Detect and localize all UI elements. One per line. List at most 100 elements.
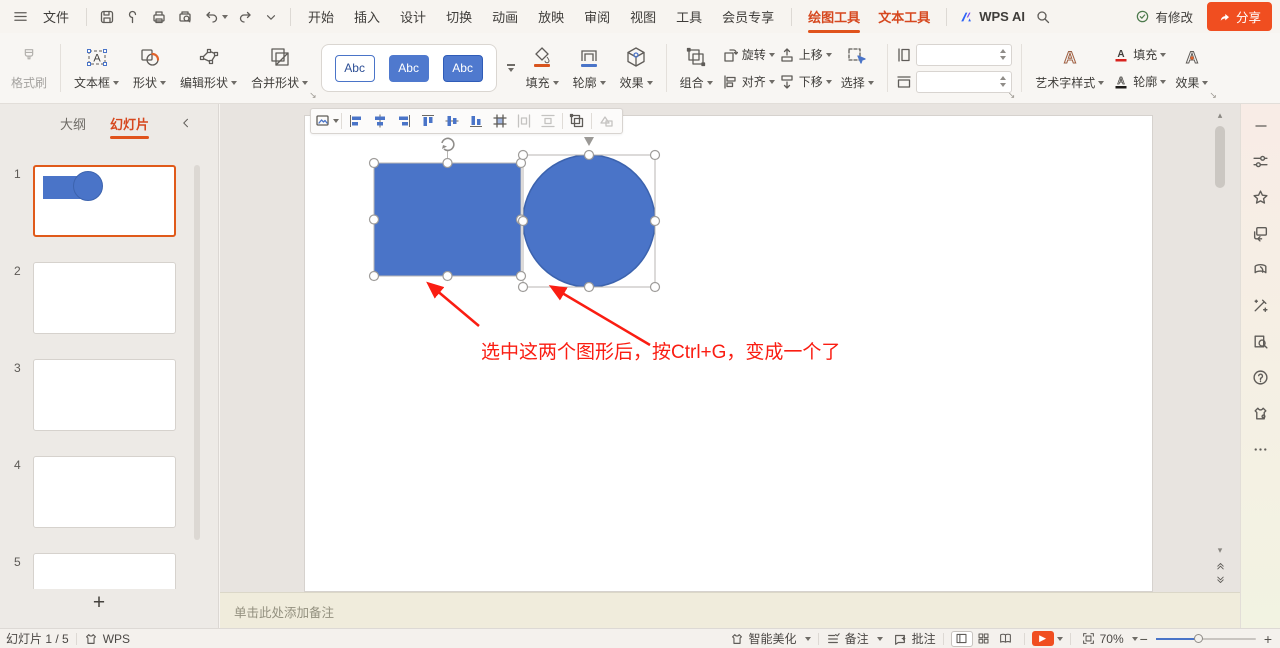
shape-width-input[interactable]: [921, 73, 993, 91]
fit-slide-button[interactable]: [1078, 631, 1100, 647]
scroll-up-icon[interactable]: ▴: [1212, 110, 1228, 121]
gallery-expand-icon[interactable]: [507, 64, 515, 72]
search-document-icon[interactable]: [1252, 333, 1269, 350]
shape-effect-button[interactable]: 效果: [613, 37, 660, 99]
menu-view[interactable]: 视图: [620, 2, 666, 31]
favorites-star-icon[interactable]: [1252, 189, 1269, 206]
file-menu[interactable]: 文件: [33, 2, 79, 31]
properties-sliders-icon[interactable]: [1252, 153, 1269, 170]
shape-outline-button[interactable]: 轮廓: [566, 37, 613, 99]
shape-style-swatch-2[interactable]: Abc: [389, 55, 429, 82]
scrollbar-thumb[interactable]: [1215, 126, 1225, 188]
notes-pane[interactable]: 单击此处添加备注: [220, 592, 1240, 628]
width-stepper[interactable]: [1000, 76, 1006, 87]
align-center-button[interactable]: [368, 110, 392, 132]
share-button[interactable]: 分享: [1207, 2, 1272, 31]
resume-assistant-icon[interactable]: [1252, 261, 1269, 278]
menu-tools[interactable]: 工具: [666, 2, 712, 31]
notes-button[interactable]: 备注: [826, 630, 883, 647]
toolbar-expand-chevron-icon[interactable]: [259, 6, 283, 28]
play-dropdown-icon[interactable]: [1057, 637, 1063, 641]
slide-thumbnail-1[interactable]: [33, 165, 176, 237]
tab-outline[interactable]: 大纲: [52, 108, 94, 139]
align-right-button[interactable]: [392, 110, 416, 132]
shape-height-input[interactable]: [921, 46, 993, 64]
undo-button[interactable]: [198, 5, 233, 29]
edit-shape-button[interactable]: 编辑形状: [173, 37, 244, 99]
slide-canvas[interactable]: 选中这两个图形后，按Ctrl+G，变成一个了: [304, 115, 1153, 592]
menu-slideshow[interactable]: 放映: [528, 2, 574, 31]
slideshow-play-button[interactable]: ▶: [1032, 631, 1054, 646]
menu-design[interactable]: 设计: [390, 2, 436, 31]
zoom-slider-knob[interactable]: [1194, 634, 1203, 643]
bring-forward-button[interactable]: 上移: [779, 45, 832, 65]
modified-status[interactable]: 有修改: [1135, 7, 1193, 26]
select-button[interactable]: 选择: [834, 37, 881, 99]
next-slide-icon[interactable]: [1212, 575, 1228, 586]
print-icon[interactable]: [146, 5, 172, 29]
wps-skin-button[interactable]: WPS: [84, 632, 130, 646]
slide-thumbnail-5[interactable]: [33, 553, 176, 589]
format-painter-button[interactable]: 格式刷: [4, 37, 54, 99]
search-icon[interactable]: [1030, 5, 1056, 29]
collapse-rail-icon[interactable]: [1253, 118, 1269, 134]
menu-member[interactable]: 会员专享: [712, 2, 784, 31]
slide-thumbnail-4[interactable]: [33, 456, 176, 528]
more-options-icon[interactable]: [1252, 441, 1269, 461]
align-middle-button[interactable]: [440, 110, 464, 132]
save-icon[interactable]: [94, 5, 120, 29]
zoom-in-button[interactable]: +: [1262, 631, 1274, 647]
zoom-slider[interactable]: [1156, 638, 1256, 640]
reading-view-button[interactable]: [995, 631, 1017, 647]
rotate-handle-icon[interactable]: [584, 137, 594, 146]
print-preview-icon[interactable]: [172, 5, 198, 29]
comment-button[interactable]: 批注: [893, 630, 936, 647]
rotate-button[interactable]: 旋转: [722, 45, 775, 65]
align-button[interactable]: 对齐: [722, 72, 775, 92]
shapes-button[interactable]: 形状: [126, 37, 173, 99]
shape-style-swatch-1[interactable]: Abc: [335, 55, 375, 82]
undo-dropdown-icon[interactable]: [222, 15, 228, 19]
tools-wand-icon[interactable]: [1252, 297, 1269, 314]
combine-shapes-button[interactable]: [565, 110, 589, 132]
previous-slide-icon[interactable]: [1212, 560, 1228, 571]
textbox-button[interactable]: A 文本框: [67, 37, 126, 99]
picture-layout-button[interactable]: [315, 110, 339, 132]
align-bottom-button[interactable]: [464, 110, 488, 132]
wordart-style-button[interactable]: AA 艺术字样式: [1028, 37, 1111, 99]
shape-circle[interactable]: [523, 155, 655, 287]
add-slide-button[interactable]: +: [0, 591, 198, 615]
align-left-button[interactable]: [344, 110, 368, 132]
menu-insert[interactable]: 插入: [344, 2, 390, 31]
shape-style-swatch-3[interactable]: Abc: [443, 55, 483, 82]
slide-sorter-view-button[interactable]: [973, 631, 995, 647]
skin-theme-icon[interactable]: [1252, 405, 1269, 422]
group-button[interactable]: 组合: [673, 37, 720, 99]
menu-transition[interactable]: 切换: [436, 2, 482, 31]
scroll-down-icon[interactable]: ▾: [1212, 545, 1228, 556]
main-menu-icon[interactable]: [8, 5, 33, 28]
tab-drawing-tools[interactable]: 绘图工具: [799, 2, 869, 31]
tab-slides[interactable]: 幻灯片: [102, 108, 157, 139]
convert-shape-button[interactable]: [594, 110, 618, 132]
menu-review[interactable]: 审阅: [574, 2, 620, 31]
zoom-out-button[interactable]: −: [1138, 631, 1150, 647]
rotate-handle-icon[interactable]: [442, 138, 454, 150]
dialog-launcher-icon[interactable]: ↘: [309, 90, 317, 101]
panel-scrollbar-thumb[interactable]: [194, 165, 200, 540]
export-pdf-icon[interactable]: [120, 5, 146, 29]
distribute-horizontal-button[interactable]: [512, 110, 536, 132]
tab-text-tools[interactable]: 文本工具: [869, 2, 939, 31]
align-top-button[interactable]: [416, 110, 440, 132]
shape-fill-button[interactable]: 填充: [519, 37, 566, 99]
shape-rectangle[interactable]: [374, 163, 521, 276]
text-fill-button[interactable]: A 填充: [1113, 45, 1166, 65]
text-effect-button[interactable]: A 效果: [1168, 37, 1215, 99]
slide-thumbnail-3[interactable]: [33, 359, 176, 431]
help-icon[interactable]: [1252, 369, 1269, 386]
shapes-panel-icon[interactable]: [1252, 225, 1269, 242]
snap-grid-button[interactable]: [488, 110, 512, 132]
normal-view-button[interactable]: [951, 631, 973, 647]
zoom-level[interactable]: 70%: [1100, 632, 1138, 646]
dialog-launcher-icon[interactable]: ↘: [1209, 90, 1217, 101]
